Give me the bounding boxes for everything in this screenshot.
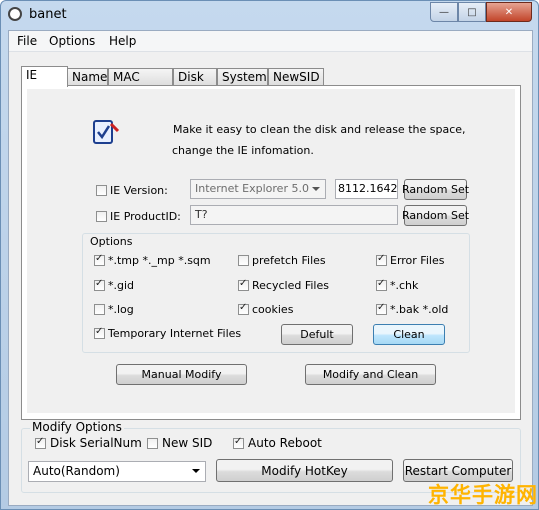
option-chk-label: *.chk (390, 279, 419, 292)
default-button[interactable]: Defult (281, 324, 353, 345)
disk-serial-label: Disk SerialNum (50, 436, 142, 450)
ie-productid-field[interactable]: T? (190, 205, 398, 225)
ie-version-random-button[interactable]: Random Set (402, 179, 469, 200)
menu-bar: File Options Help (9, 31, 532, 52)
minimize-icon[interactable]: — (430, 2, 458, 22)
ie-productid-checkbox[interactable] (96, 211, 107, 222)
option-error-files-label: Error Files (390, 254, 445, 267)
ie-productid-label: IE ProductID: (110, 210, 181, 223)
ie-build-field[interactable]: 8112.16421 (335, 179, 398, 199)
auto-reboot-label: Auto Reboot (248, 436, 322, 450)
intro-line-1: Make it easy to clean the disk and relea… (173, 123, 466, 136)
option-gid-checkbox[interactable] (94, 278, 105, 291)
ie-version-checkbox[interactable] (96, 185, 107, 196)
ie-tab-panel: Make it easy to clean the disk and relea… (21, 85, 521, 420)
ie-version-label: IE Version: (110, 184, 168, 197)
menu-help[interactable]: Help (109, 34, 136, 48)
ie-version-select[interactable]: Internet Explorer 5.0 (190, 179, 326, 199)
new-sid-label: New SID (162, 436, 213, 450)
option-log-checkbox[interactable] (94, 304, 105, 315)
menu-file[interactable]: File (17, 34, 37, 48)
auto-reboot-checkbox[interactable] (233, 436, 244, 449)
app-icon (8, 7, 22, 21)
option-tmp-checkbox[interactable] (94, 253, 105, 266)
option-recycled-label: Recycled Files (252, 279, 329, 292)
ie-panel-body: Make it easy to clean the disk and relea… (27, 89, 515, 413)
intro-line-2: change the IE infomation. (172, 144, 314, 157)
option-prefetch-label: prefetch Files (252, 254, 326, 267)
ie-version-select-value: Internet Explorer 5.0 (195, 182, 309, 195)
tab-disk[interactable]: Disk (173, 68, 217, 85)
option-chk-checkbox[interactable] (376, 278, 387, 291)
option-log-label: *.log (108, 303, 134, 316)
watermark-text: 京华手游网 (428, 483, 538, 507)
clean-button[interactable]: Clean (373, 324, 445, 345)
tab-ie[interactable]: IE (21, 66, 68, 87)
option-bak-label: *.bak *.old (390, 303, 449, 316)
menu-options[interactable]: Options (49, 34, 95, 48)
close-icon[interactable]: ✕ (486, 2, 532, 22)
options-title: Options (90, 235, 133, 248)
mode-select[interactable]: Auto(Random) (28, 461, 206, 482)
option-temp-internet-label: Temporary Internet Files (108, 327, 242, 340)
option-prefetch-checkbox[interactable] (238, 255, 249, 266)
ie-productid-random-button[interactable]: Random Set (402, 205, 469, 226)
option-gid-label: *.gid (108, 279, 135, 292)
new-sid-checkbox[interactable] (147, 438, 158, 449)
modify-and-clean-button[interactable]: Modify and Clean (305, 364, 436, 385)
option-tmp-label: *.tmp *._mp *.sqm (108, 254, 211, 267)
chevron-down-icon (312, 187, 320, 191)
tab-name[interactable]: Name (67, 68, 108, 85)
option-bak-checkbox[interactable] (376, 302, 387, 315)
mode-select-value: Auto(Random) (33, 464, 120, 478)
modify-options-title: Modify Options (30, 420, 124, 434)
manual-modify-button[interactable]: Manual Modify (116, 364, 247, 385)
disk-serial-checkbox[interactable] (35, 436, 46, 449)
client-area: File Options Help IE Name MAC Addr Disk … (8, 30, 533, 506)
main-window: banet — □ ✕ File Options Help IE Name MA… (0, 0, 539, 510)
notepad-icon (93, 120, 120, 144)
chevron-down-icon (192, 469, 200, 473)
option-cookies-label: cookies (252, 303, 294, 316)
maximize-icon[interactable]: □ (458, 2, 486, 22)
tab-mac-addr[interactable]: MAC Addr (108, 68, 173, 98)
tab-system[interactable]: System (217, 68, 268, 85)
option-cookies-checkbox[interactable] (238, 302, 249, 315)
modify-hotkey-button[interactable]: Modify HotKey (216, 459, 393, 482)
tab-newsid[interactable]: NewSID (268, 68, 324, 85)
title-bar[interactable]: banet — □ ✕ (1, 1, 538, 29)
window-title: banet (29, 7, 67, 22)
option-temp-internet-checkbox[interactable] (94, 326, 105, 339)
option-error-files-checkbox[interactable] (376, 253, 387, 266)
option-recycled-checkbox[interactable] (238, 278, 249, 291)
